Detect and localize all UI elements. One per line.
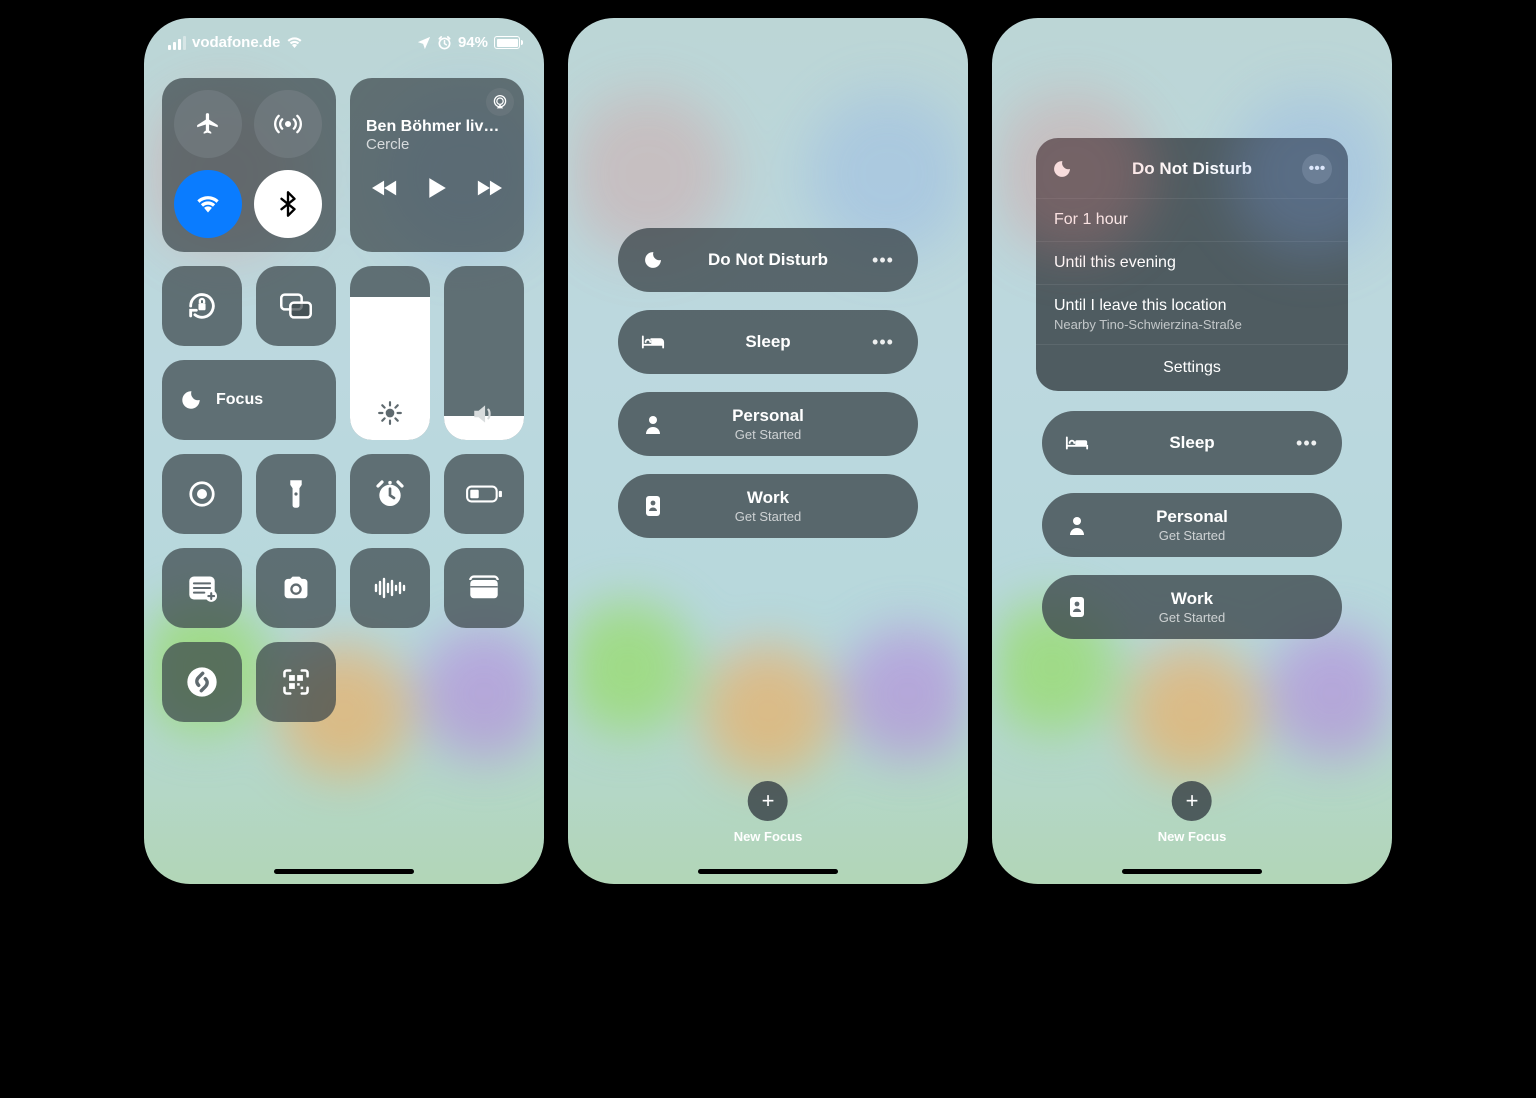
badge-icon	[1064, 596, 1090, 618]
low-power-mode-button[interactable]	[444, 454, 524, 534]
bluetooth-toggle[interactable]	[254, 170, 322, 238]
camera-button[interactable]	[256, 548, 336, 628]
volume-icon	[471, 402, 497, 426]
airplane-mode-toggle[interactable]	[174, 90, 242, 158]
badge-icon	[640, 495, 666, 517]
media-subtitle: Cercle	[366, 136, 508, 153]
more-icon[interactable]: •••	[870, 250, 896, 271]
media-module[interactable]: Ben Böhmer liv… Cercle	[350, 78, 524, 252]
volume-slider[interactable]	[444, 266, 524, 440]
focus-work-label: Work	[666, 488, 870, 508]
cellular-data-toggle[interactable]	[254, 90, 322, 158]
screen-record-button[interactable]	[162, 454, 242, 534]
more-icon[interactable]: •••	[870, 332, 896, 353]
voice-memo-button[interactable]	[350, 548, 430, 628]
home-indicator[interactable]	[698, 869, 838, 874]
next-track-icon[interactable]	[476, 179, 502, 197]
connectivity-module[interactable]	[162, 78, 336, 252]
focus-personal-label: Personal	[666, 406, 870, 426]
plus-icon: +	[748, 781, 788, 821]
brightness-slider[interactable]	[350, 266, 430, 440]
notes-button[interactable]	[162, 548, 242, 628]
bed-icon	[1064, 434, 1090, 452]
new-focus-label: New Focus	[1158, 829, 1227, 844]
carrier-label: vodafone.de	[192, 34, 280, 51]
qr-scan-button[interactable]	[256, 642, 336, 722]
focus-item-dnd[interactable]: Do Not Disturb •••	[618, 228, 918, 292]
phone-focus-list: Do Not Disturb ••• Sleep ••• PersonalGet…	[568, 18, 968, 884]
get-started-label: Get Started	[1090, 610, 1294, 625]
alarm-button[interactable]	[350, 454, 430, 534]
play-icon[interactable]	[427, 177, 447, 199]
focus-item-work[interactable]: WorkGet Started •••	[618, 474, 918, 538]
media-title: Ben Böhmer liv…	[366, 118, 508, 136]
focus-label: Focus	[216, 391, 263, 409]
new-focus-button[interactable]: + New Focus	[1158, 781, 1227, 844]
bed-icon	[640, 333, 666, 351]
wifi-icon	[286, 36, 303, 49]
focus-item-work[interactable]: WorkGet Started •••	[1042, 575, 1342, 639]
person-icon	[640, 414, 666, 434]
battery-percent: 94%	[458, 34, 488, 51]
previous-track-icon[interactable]	[372, 179, 398, 197]
plus-icon: +	[1172, 781, 1212, 821]
flashlight-button[interactable]	[256, 454, 336, 534]
dnd-location-subtitle: Nearby Tino-Schwierzina-Straße	[1054, 317, 1330, 332]
cellular-signal-icon	[168, 36, 186, 50]
shazam-button[interactable]	[162, 642, 242, 722]
new-focus-label: New Focus	[734, 829, 803, 844]
focus-button[interactable]: Focus	[162, 360, 336, 440]
new-focus-button[interactable]: + New Focus	[734, 781, 803, 844]
battery-icon	[494, 36, 520, 49]
wifi-toggle[interactable]	[174, 170, 242, 238]
wallet-button[interactable]	[444, 548, 524, 628]
location-icon	[417, 36, 431, 50]
home-indicator[interactable]	[274, 869, 414, 874]
brightness-icon	[377, 400, 403, 426]
home-indicator[interactable]	[1122, 869, 1262, 874]
focus-item-personal[interactable]: PersonalGet Started •••	[1042, 493, 1342, 557]
focus-sleep-label: Sleep	[666, 332, 870, 352]
focus-item-personal[interactable]: PersonalGet Started •••	[618, 392, 918, 456]
phone-control-center: vodafone.de 94%	[144, 18, 544, 884]
focus-work-label: Work	[1090, 589, 1294, 609]
get-started-label: Get Started	[1090, 528, 1294, 543]
get-started-label: Get Started	[666, 427, 870, 442]
focus-item-sleep[interactable]: Sleep •••	[618, 310, 918, 374]
phone-dnd-expanded: Do Not Disturb ••• For 1 hour Until this…	[992, 18, 1392, 884]
screen-mirroring-button[interactable]	[256, 266, 336, 346]
moon-icon	[640, 250, 666, 270]
alarm-icon	[437, 35, 452, 50]
airplay-icon[interactable]	[486, 88, 514, 116]
focus-sleep-label: Sleep	[1090, 433, 1294, 453]
get-started-label: Get Started	[666, 509, 870, 524]
focus-dnd-label: Do Not Disturb	[666, 250, 870, 270]
focus-personal-label: Personal	[1090, 507, 1294, 527]
orientation-lock-toggle[interactable]	[162, 266, 242, 346]
person-icon	[1064, 515, 1090, 535]
focus-item-sleep[interactable]: Sleep •••	[1042, 411, 1342, 475]
status-bar: vodafone.de 94%	[144, 34, 544, 51]
more-icon[interactable]: •••	[1294, 433, 1320, 454]
